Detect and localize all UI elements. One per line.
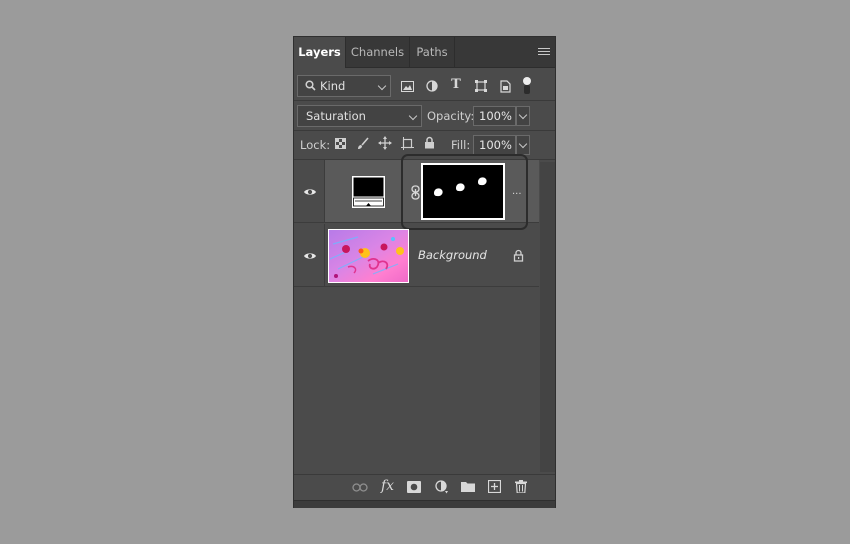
tab-channels[interactable]: Channels <box>346 37 410 67</box>
lock-position-icon[interactable] <box>378 136 392 150</box>
fill-label: Fill: <box>451 138 471 152</box>
eye-icon[interactable] <box>303 185 317 199</box>
more-options-icon[interactable]: ... <box>512 186 522 197</box>
fill-slider-button[interactable] <box>516 135 530 155</box>
tab-paths[interactable]: Paths <box>410 37 455 67</box>
blend-mode-label: Saturation <box>306 109 366 123</box>
smart-object-filter-icon[interactable] <box>500 80 511 93</box>
chevron-down-icon <box>518 110 528 120</box>
filter-row: Kind T <box>294 73 555 99</box>
divider <box>294 130 555 131</box>
type-layer-filter-icon[interactable]: T <box>449 77 463 92</box>
opacity-label: Opacity: <box>427 109 475 123</box>
opacity-input[interactable]: 100% <box>473 106 516 126</box>
filter-toggle-icon[interactable] <box>523 77 531 95</box>
adjustment-layer-filter-icon[interactable] <box>426 80 438 92</box>
panel-tab-bar: Layers Channels Paths <box>294 37 555 68</box>
trash-icon[interactable] <box>515 480 527 493</box>
blend-mode-dropdown[interactable]: Saturation <box>297 105 422 127</box>
eye-icon[interactable] <box>303 249 317 263</box>
chevron-down-icon <box>377 81 387 91</box>
blend-row: Saturation Opacity: 100% <box>294 102 555 128</box>
tab-layers[interactable]: Layers <box>294 37 346 68</box>
layers-scrollbar[interactable] <box>540 162 555 472</box>
panel-menu-icon[interactable] <box>538 46 550 58</box>
opacity-slider-button[interactable] <box>516 106 530 126</box>
new-group-icon[interactable] <box>461 481 475 492</box>
chevron-down-icon <box>518 139 528 149</box>
lock-label: Lock: <box>300 138 331 152</box>
lock-icon[interactable] <box>513 249 524 262</box>
layer-name-background[interactable]: Background <box>418 248 487 262</box>
filter-kind-dropdown[interactable]: Kind <box>297 75 391 97</box>
fill-input[interactable]: 100% <box>473 135 516 155</box>
link-layers-icon[interactable] <box>352 483 368 492</box>
filter-kind-label: Kind <box>320 79 346 93</box>
layer-mask-thumbnail[interactable] <box>421 163 505 220</box>
divider <box>294 100 555 101</box>
lock-artboard-icon[interactable] <box>401 137 414 150</box>
shape-layer-filter-icon[interactable] <box>475 80 487 92</box>
lock-image-pixels-icon[interactable] <box>357 137 369 150</box>
add-mask-icon[interactable] <box>407 481 421 493</box>
chevron-down-icon <box>408 111 418 121</box>
pixel-layer-filter-icon[interactable] <box>401 81 414 92</box>
adjustment-thumbnail[interactable] <box>352 176 385 208</box>
lock-all-icon[interactable] <box>424 136 435 149</box>
panel-resize-handle[interactable] <box>294 500 555 508</box>
layer-row-background[interactable]: Background <box>294 224 539 287</box>
layer-row-saturation[interactable]: ... <box>294 154 539 230</box>
layers-panel: Layers Channels Paths Kind T Saturation … <box>293 36 556 508</box>
background-image-thumbnail[interactable] <box>328 229 409 283</box>
layers-bottom-toolbar: fx <box>294 474 555 500</box>
new-adjustment-layer-icon[interactable] <box>435 480 449 494</box>
fx-icon[interactable]: fx <box>381 478 394 494</box>
lock-transparent-pixels-icon[interactable] <box>335 138 346 149</box>
search-icon <box>305 80 316 91</box>
new-layer-icon[interactable] <box>488 480 501 493</box>
